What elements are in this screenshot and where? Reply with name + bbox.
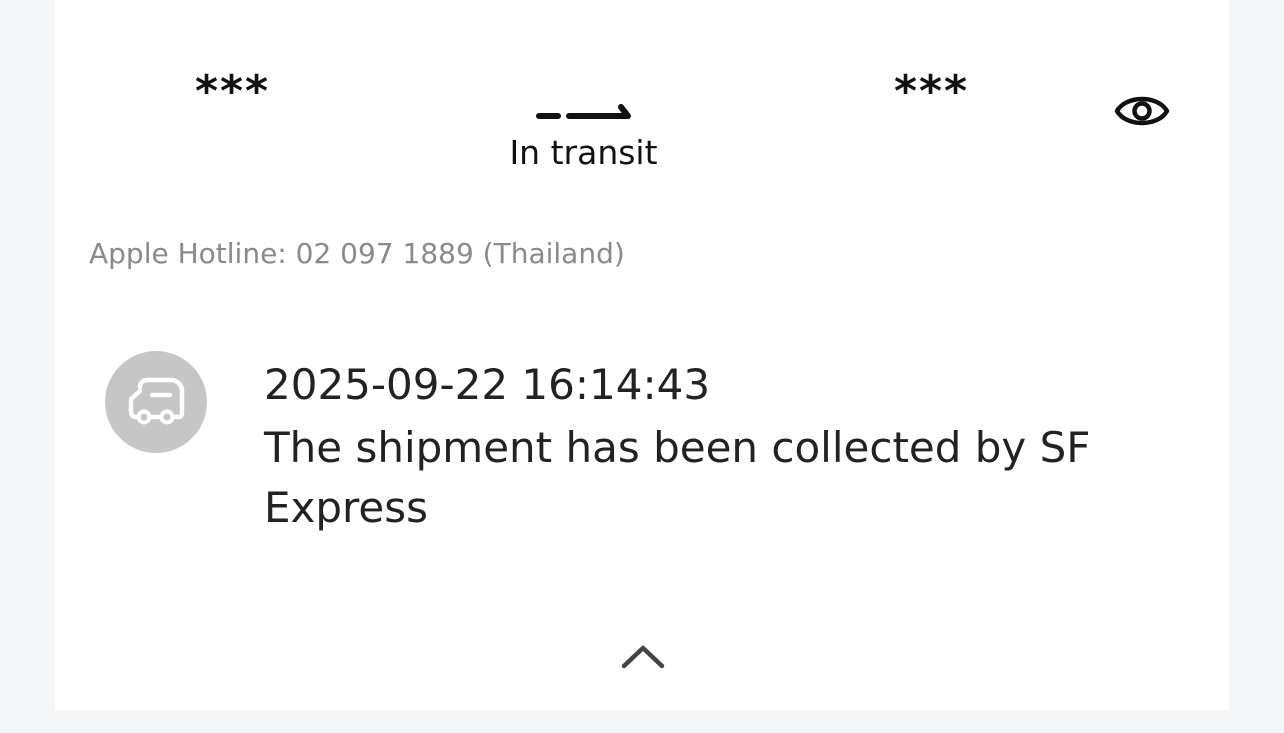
destination-masked: *** [894, 66, 970, 117]
truck-icon-badge [105, 351, 207, 453]
eye-icon [1114, 96, 1170, 126]
support-hotline: Apple Hotline: 02 097 1889 (Thailand) [89, 237, 625, 270]
origin-masked: *** [195, 66, 271, 117]
chevron-up-icon [621, 645, 665, 669]
event-timestamp: 2025-09-22 16:14:43 [264, 360, 711, 409]
toggle-visibility-button[interactable] [1112, 86, 1172, 136]
shipment-status: In transit [509, 133, 658, 172]
event-description: The shipment has been collected by SF Ex… [264, 423, 1091, 532]
arrow-right-icon [536, 104, 631, 119]
collapse-button[interactable] [615, 636, 671, 676]
shipment-card: *** In transit *** Apple Hotline: 02 097… [55, 0, 1229, 710]
truck-icon [128, 377, 185, 425]
